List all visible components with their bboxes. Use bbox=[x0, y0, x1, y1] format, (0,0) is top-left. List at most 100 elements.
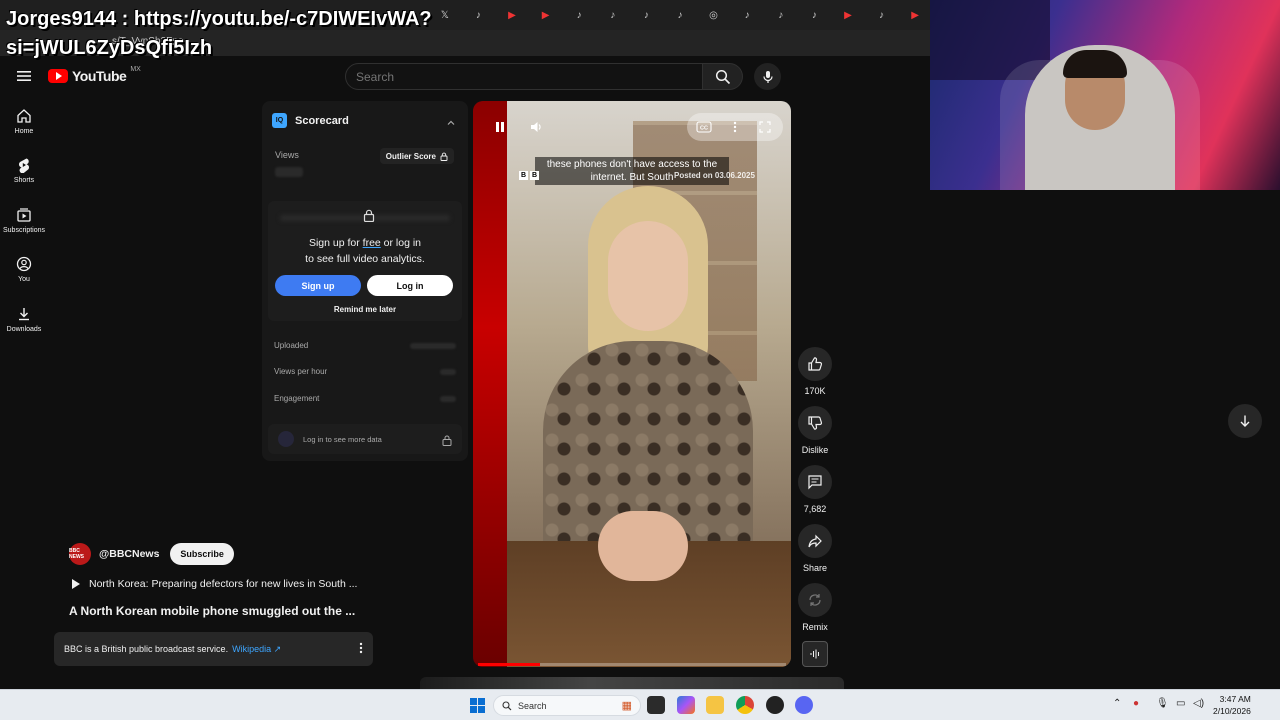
discord-icon[interactable] bbox=[795, 696, 813, 714]
share-button[interactable] bbox=[798, 524, 832, 558]
sidebar-item-subscriptions[interactable]: Subscriptions bbox=[0, 207, 48, 234]
volume-button[interactable] bbox=[526, 117, 546, 137]
youtube-logo[interactable]: YouTube MX bbox=[48, 66, 141, 84]
screen: 𝕏 ♪ ▶ ▶ ♪ ♪ ♪ ♪ ◎ ♪ ♪ ♪ ▶ ♪ ▶ s/T_VynSh2… bbox=[0, 0, 1280, 720]
stream-overlay-text: si=jWUL6ZyDsQfi5Izh bbox=[6, 37, 213, 59]
tray-app-icon[interactable]: ● bbox=[1133, 698, 1139, 709]
remix-action[interactable]: Remix bbox=[798, 583, 832, 632]
tab-tiktok[interactable]: ♪ bbox=[598, 5, 628, 25]
sidebar-item-label: You bbox=[18, 276, 30, 283]
like-action[interactable]: 170K bbox=[798, 347, 832, 396]
like-button[interactable] bbox=[798, 347, 832, 381]
tab-tiktok[interactable]: ♪ bbox=[867, 5, 897, 25]
menu-icon[interactable] bbox=[14, 66, 34, 86]
tab-tiktok[interactable]: ♪ bbox=[464, 5, 494, 25]
channel-avatar[interactable]: BBC NEWS bbox=[69, 543, 91, 565]
tab-youtube[interactable]: ▶ bbox=[900, 5, 930, 25]
views-value-blurred bbox=[275, 167, 303, 177]
log-in-button[interactable]: Log in bbox=[367, 275, 453, 296]
youtube-play-icon bbox=[48, 69, 68, 83]
share-label: Share bbox=[802, 563, 828, 573]
sign-up-button[interactable]: Sign up bbox=[275, 275, 361, 296]
video-progress-bar[interactable] bbox=[478, 663, 786, 666]
search-button[interactable] bbox=[703, 63, 743, 90]
channel-handle[interactable]: @BBCNews bbox=[99, 548, 159, 560]
tab-youtube[interactable]: ▶ bbox=[497, 5, 527, 25]
tab-generic[interactable]: ◎ bbox=[699, 5, 729, 25]
video-presenter-face bbox=[608, 221, 688, 331]
related-video-link[interactable]: North Korea: Preparing defectors for new… bbox=[71, 578, 357, 590]
tray-overflow-icon[interactable]: ⌃ bbox=[1113, 698, 1121, 709]
next-video-peek[interactable] bbox=[420, 677, 844, 689]
tab-tiktok[interactable]: ♪ bbox=[766, 5, 796, 25]
subscribe-button[interactable]: Subscribe bbox=[170, 543, 234, 565]
video-title[interactable]: A North Korean mobile phone smuggled out… bbox=[69, 604, 355, 618]
more-options-button[interactable] bbox=[359, 642, 363, 656]
pause-button[interactable] bbox=[490, 117, 510, 137]
captions-button[interactable]: CC bbox=[695, 119, 713, 135]
views-label: Views bbox=[275, 150, 299, 160]
download-icon bbox=[19, 308, 29, 321]
system-clock[interactable]: 3:47 AM 2/10/2026 bbox=[1213, 693, 1251, 717]
microphone-icon[interactable]: 🎙︎ bbox=[1156, 698, 1169, 709]
voice-search-button[interactable] bbox=[754, 63, 781, 90]
sidebar-item-you[interactable]: You bbox=[0, 256, 48, 283]
more-options-button[interactable] bbox=[727, 119, 743, 135]
taskbar: Search ▦ ⌃ ● 🎙︎ ▭ ◁) 3:47 AM 2/10/2026 bbox=[0, 689, 1280, 720]
network-icon[interactable]: ▭ bbox=[1176, 698, 1185, 709]
info-text: BBC is a British public broadcast servic… bbox=[64, 644, 229, 654]
file-explorer-icon[interactable] bbox=[706, 696, 724, 714]
audio-wave-icon bbox=[810, 649, 819, 659]
tab-tiktok[interactable]: ♪ bbox=[732, 5, 762, 25]
fullscreen-button[interactable] bbox=[757, 119, 773, 135]
wikipedia-link[interactable]: Wikipedia ↗ bbox=[232, 644, 281, 655]
tab-tiktok[interactable]: ♪ bbox=[665, 5, 695, 25]
more-vertical-icon bbox=[733, 121, 737, 133]
tab-youtube[interactable]: ▶ bbox=[833, 5, 863, 25]
bbc-watermark: B B bbox=[519, 171, 539, 180]
tab-tiktok[interactable]: ♪ bbox=[632, 5, 662, 25]
original-sound-button[interactable] bbox=[802, 641, 828, 667]
wikipedia-link-label: Wikipedia bbox=[232, 643, 272, 654]
remix-button[interactable] bbox=[798, 583, 832, 617]
more-data-row[interactable]: Log in to see more data bbox=[268, 424, 462, 454]
sidebar-item-shorts[interactable]: Shorts bbox=[0, 157, 48, 184]
dislike-button[interactable] bbox=[798, 406, 832, 440]
shorts-video-player[interactable]: CC these phones don't have access to the… bbox=[473, 101, 791, 667]
comments-button[interactable] bbox=[798, 465, 832, 499]
share-action[interactable]: Share bbox=[798, 524, 832, 573]
video-progress-fill bbox=[478, 663, 540, 666]
sidebar-item-downloads[interactable]: Downloads bbox=[0, 306, 48, 333]
comments-action[interactable]: 7,682 bbox=[798, 465, 832, 514]
sidebar-item-home[interactable]: Home bbox=[0, 108, 48, 135]
stat-row-uploaded: Uploaded bbox=[274, 341, 456, 350]
login-gate-text: Sign up for free or log in to see full v… bbox=[268, 235, 462, 267]
copilot-icon[interactable] bbox=[677, 696, 695, 714]
remind-later-link[interactable]: Remind me later bbox=[268, 305, 462, 314]
task-view-icon[interactable] bbox=[647, 696, 665, 714]
volume-icon[interactable]: ◁) bbox=[1193, 698, 1204, 709]
next-video-button[interactable] bbox=[1228, 404, 1262, 438]
gate-text-part: to see full video analytics. bbox=[305, 253, 425, 265]
chrome-icon[interactable] bbox=[736, 696, 754, 714]
collapse-icon[interactable] bbox=[446, 115, 456, 133]
search-box[interactable] bbox=[345, 63, 703, 90]
tab-youtube[interactable]: ▶ bbox=[531, 5, 561, 25]
shorts-icon bbox=[19, 158, 29, 173]
start-button[interactable] bbox=[470, 698, 485, 713]
tab-x[interactable]: 𝕏 bbox=[430, 5, 460, 25]
subscriptions-icon bbox=[17, 208, 31, 222]
outlier-score-badge[interactable]: Outlier Score bbox=[379, 148, 454, 164]
comment-icon bbox=[808, 475, 822, 490]
taskbar-search[interactable]: Search ▦ bbox=[493, 695, 641, 716]
tab-tiktok[interactable]: ♪ bbox=[800, 5, 830, 25]
dislike-action[interactable]: Dislike bbox=[798, 406, 832, 455]
related-video-title: North Korea: Preparing defectors for new… bbox=[89, 578, 358, 590]
app-icon[interactable] bbox=[766, 696, 784, 714]
video-background bbox=[473, 101, 507, 667]
pause-icon bbox=[496, 122, 504, 132]
tab-tiktok[interactable]: ♪ bbox=[564, 5, 594, 25]
mic-icon bbox=[762, 70, 773, 83]
comments-count: 7,682 bbox=[803, 504, 827, 514]
search-input[interactable] bbox=[356, 69, 702, 84]
